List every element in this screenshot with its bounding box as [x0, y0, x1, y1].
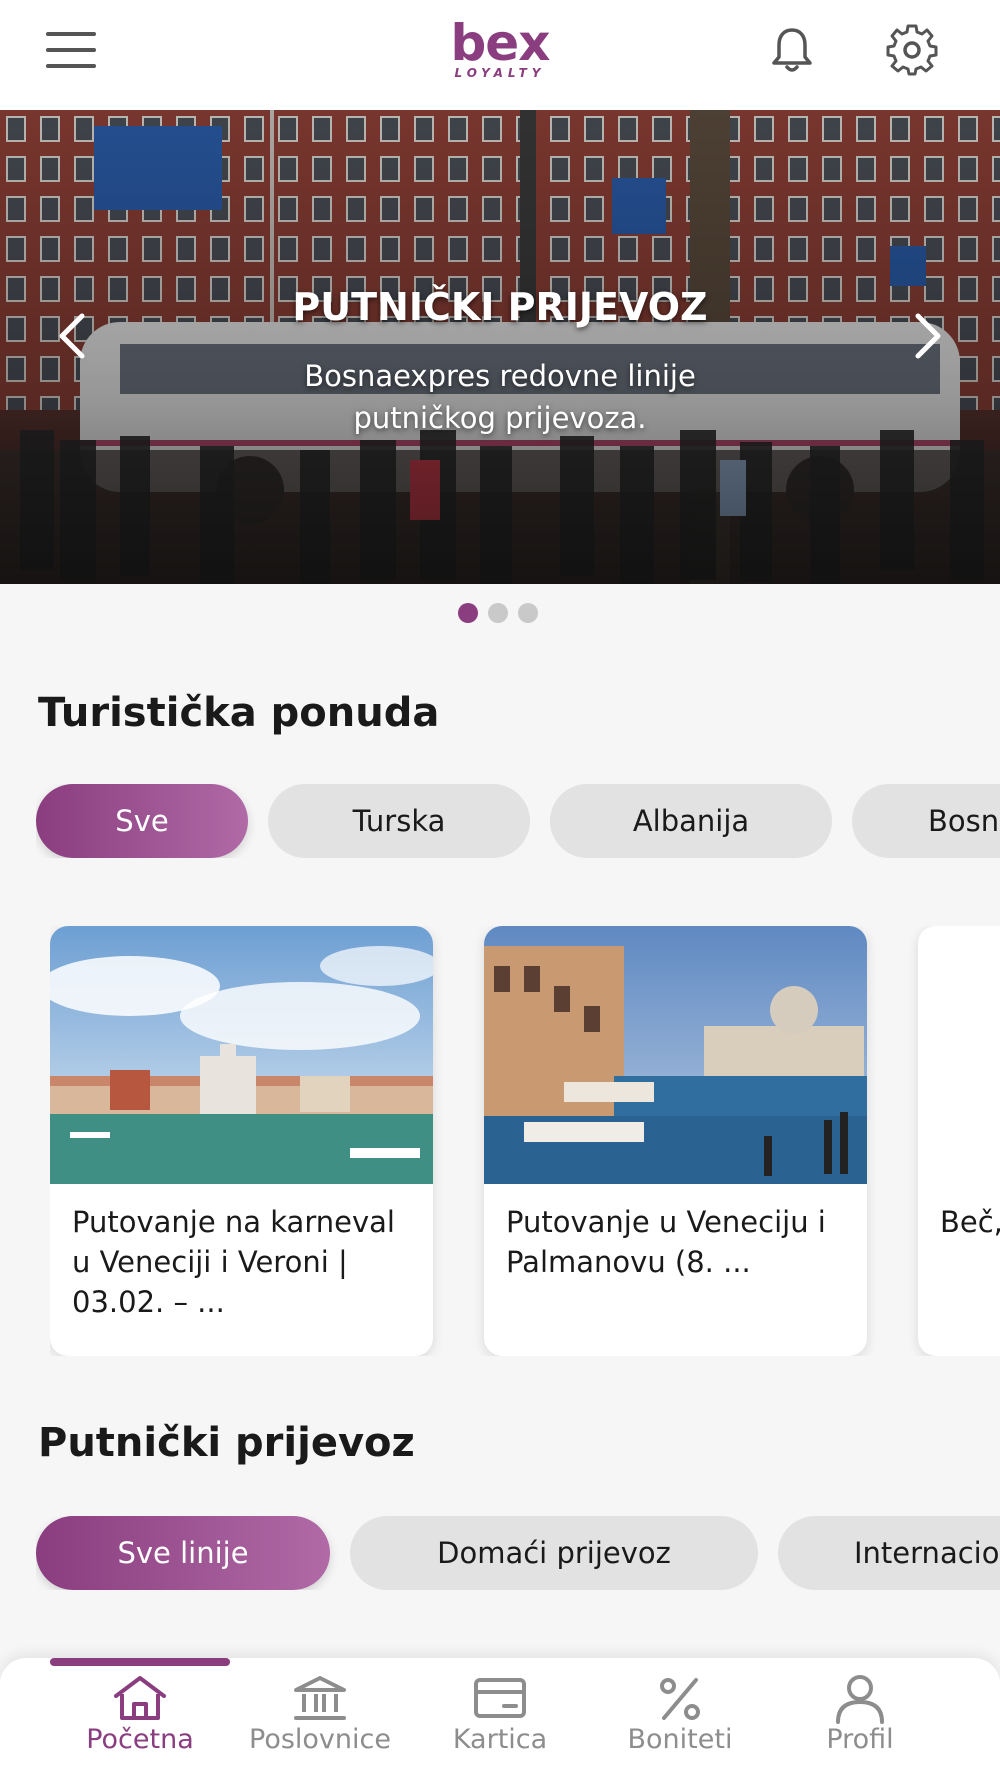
offer-card-title: Beč, Bratislava 07.0...	[940, 1205, 1000, 1239]
tourist-filter-chips: Sve Turska Albanija Bosna	[36, 784, 1000, 858]
nav-label-pocetna: Početna	[86, 1724, 194, 1755]
chip-sve-linije[interactable]: Sve linije	[36, 1516, 330, 1590]
hero-title: PUTNIČKI PRIJEVOZ	[292, 285, 708, 329]
carousel-pagination	[458, 603, 538, 623]
chip-domaci-prijevoz[interactable]: Domaći prijevoz	[350, 1516, 758, 1590]
section-title-passenger-transport: Putnički prijevoz	[38, 1420, 415, 1466]
nav-label-kartica: Kartica	[452, 1724, 548, 1755]
nav-label-poslovnice: Poslovnice	[249, 1724, 391, 1755]
percent-icon	[660, 1678, 700, 1720]
nav-item-poslovnice[interactable]: Poslovnice	[230, 1672, 410, 1772]
card-image-venice-panorama	[50, 926, 433, 1184]
chip-albanija[interactable]: Albanija	[550, 784, 832, 858]
carousel-dot[interactable]	[458, 603, 478, 623]
logo-main-text: bex	[450, 14, 551, 72]
carousel-dot[interactable]	[488, 603, 508, 623]
nav-item-profil[interactable]: Profil	[770, 1672, 950, 1772]
app-header: bex LOYALTY	[0, 0, 1000, 110]
hero-background-image	[0, 110, 1000, 584]
bottom-navigation: Početna Poslovnice Kartica Boniteti Prof…	[0, 1658, 1000, 1778]
chip-internacionalni[interactable]: Internacionalni	[778, 1516, 1000, 1590]
hero-subtitle: Bosnaexpres redovne linije putničkog pri…	[304, 359, 696, 435]
tourist-offer-carousel[interactable]: Putovanje na karneval u Veneciji i Veron…	[50, 926, 1000, 1356]
bell-icon[interactable]	[766, 24, 818, 76]
nav-item-kartica[interactable]: Kartica	[410, 1672, 590, 1772]
carousel-dot[interactable]	[518, 603, 538, 623]
section-title-tourist-offer: Turistička ponuda	[38, 690, 440, 736]
menu-icon[interactable]	[46, 30, 96, 70]
home-icon	[114, 1676, 166, 1720]
chip-sve[interactable]: Sve	[36, 784, 248, 858]
nav-label-profil: Profil	[826, 1724, 894, 1755]
chip-bosna[interactable]: Bosna	[852, 784, 1000, 858]
offer-card[interactable]: Putovanje u Veneciju i Palmanovu (8. ...	[484, 926, 867, 1356]
offer-card[interactable]: Putovanje na karneval u Veneciji i Veron…	[50, 926, 433, 1356]
transport-filter-chips: Sve linije Domaći prijevoz Internacional…	[36, 1516, 1000, 1590]
nav-label-boniteti: Boniteti	[627, 1724, 733, 1755]
card-image-placeholder	[918, 926, 1000, 1184]
active-tab-indicator	[50, 1658, 230, 1666]
offer-card[interactable]: Beč, Bratislava 07.0...	[918, 926, 1000, 1356]
brand-logo[interactable]: bex LOYALTY	[420, 18, 580, 84]
hero-carousel[interactable]: PUTNIČKI PRIJEVOZ Bosnaexpres redovne li…	[0, 110, 1000, 584]
gear-icon[interactable]	[886, 24, 938, 76]
chevron-right-icon[interactable]	[908, 306, 948, 366]
offer-card-title: Putovanje na karneval u Veneciji i Veron…	[72, 1205, 395, 1319]
bank-icon	[294, 1676, 346, 1720]
offer-card-title: Putovanje u Veneciju i Palmanovu (8. ...	[506, 1205, 826, 1279]
chip-turska[interactable]: Turska	[268, 784, 530, 858]
nav-item-pocetna[interactable]: Početna	[50, 1672, 230, 1772]
nav-item-boniteti[interactable]: Boniteti	[590, 1672, 770, 1772]
chevron-left-icon[interactable]	[52, 306, 92, 366]
user-icon	[836, 1675, 884, 1724]
logo-sub-text: LOYALTY	[454, 66, 546, 80]
card-image-venice-canal	[484, 926, 867, 1184]
card-icon	[474, 1678, 526, 1718]
